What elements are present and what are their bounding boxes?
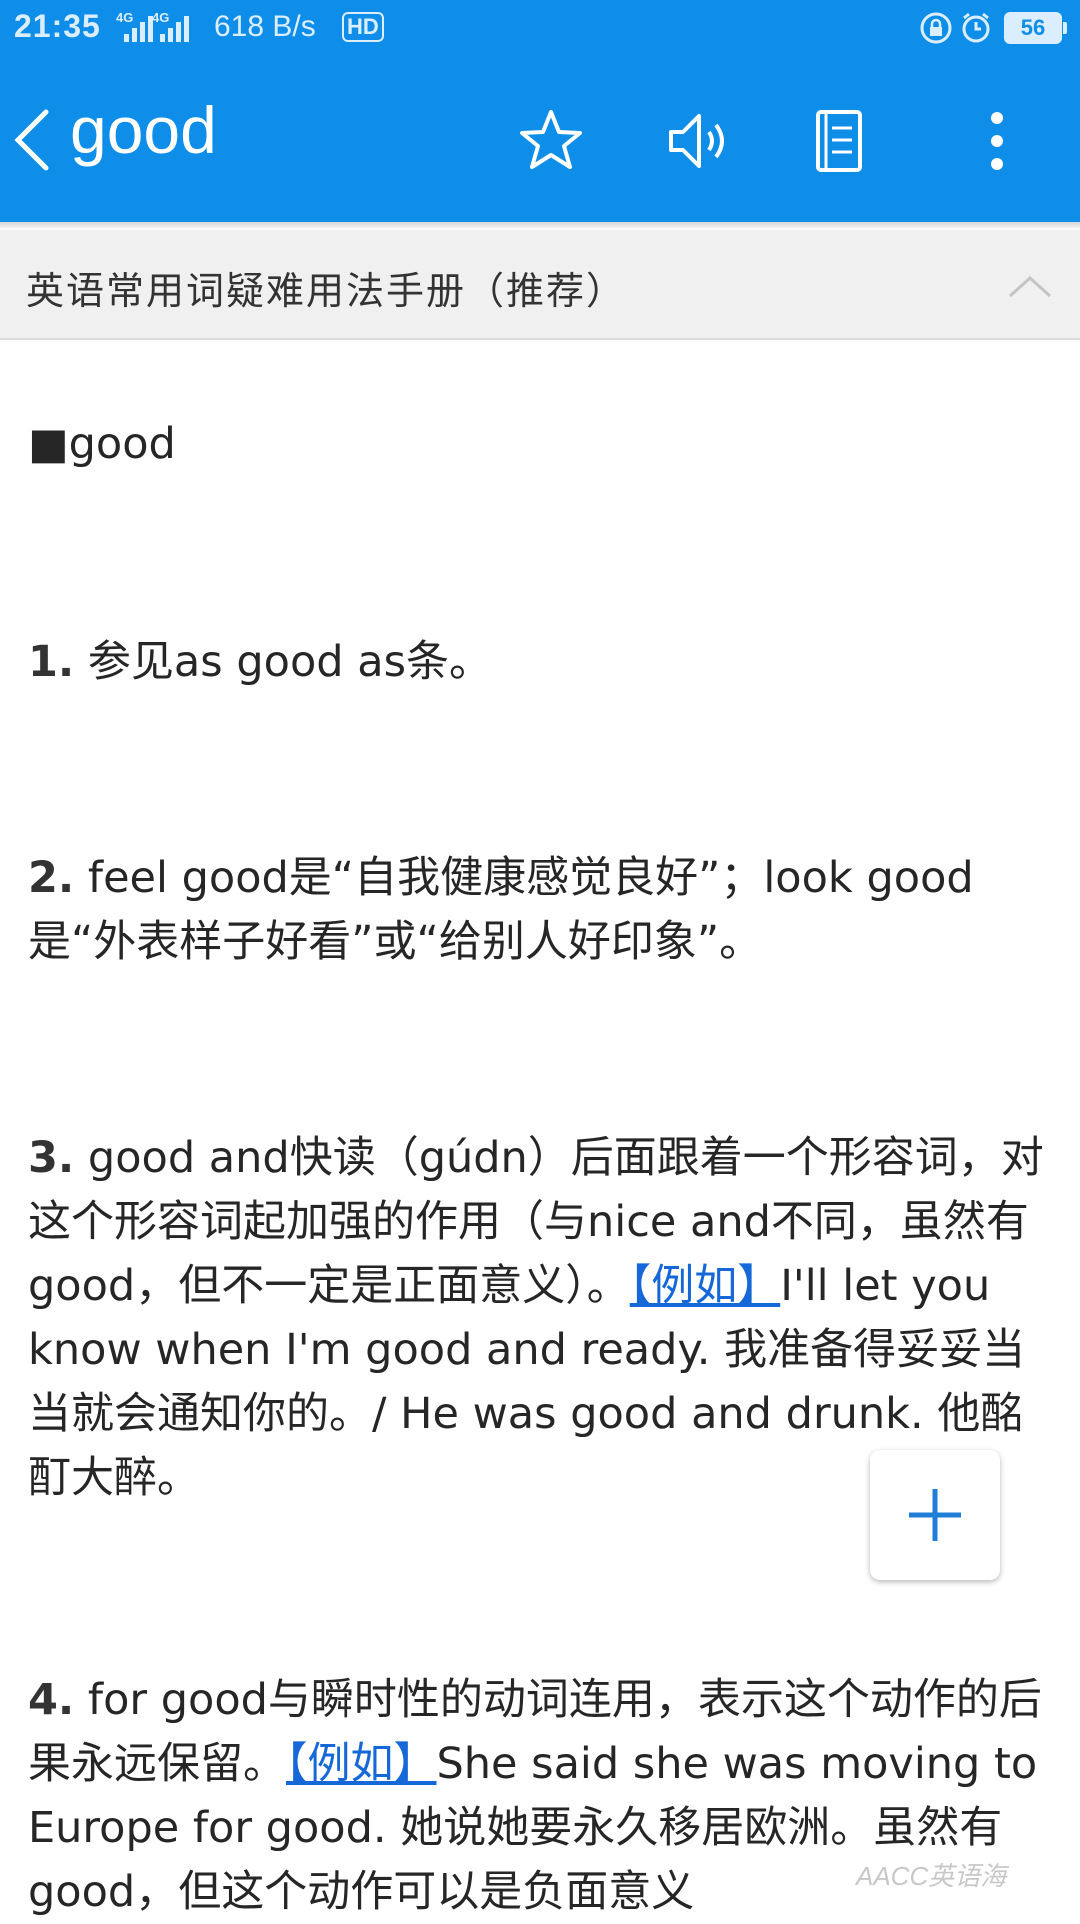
list-item: 1. 参见as good as条。 <box>28 630 1058 694</box>
battery-level: 56 <box>1004 12 1067 44</box>
status-time: 21:35 <box>14 8 101 44</box>
wordbook-button[interactable] <box>794 96 884 186</box>
alarm-icon <box>960 12 992 52</box>
item-text: 参见as good as条。 <box>74 637 492 687</box>
plus-icon <box>909 1489 961 1541</box>
item-number: 2. <box>28 853 75 903</box>
item-number: 4. <box>28 1675 75 1725</box>
signal-icon-2 <box>160 12 189 42</box>
watermark: AACC英语海 <box>856 1861 1007 1891</box>
notebook-icon <box>816 110 862 172</box>
pronounce-button[interactable] <box>651 96 741 186</box>
headword: ■good <box>28 419 176 469</box>
example-link[interactable]: 【例如】 <box>286 1739 437 1789</box>
hd-voice-badge: HD <box>342 12 384 42</box>
favorite-button[interactable] <box>506 96 596 186</box>
more-icon <box>991 112 1003 170</box>
star-icon <box>520 110 582 169</box>
appbar-shadow <box>0 222 1080 230</box>
more-options-button[interactable] <box>952 96 1042 186</box>
network-speed: 618 B/s <box>214 10 316 43</box>
add-button[interactable] <box>870 1450 1000 1580</box>
app-bar: good <box>0 56 1080 222</box>
item-number: 1. <box>28 637 75 687</box>
word-title: good <box>70 93 217 167</box>
status-bar: 21:35 4G 4G 618 B/s HD 56 <box>0 0 1080 56</box>
back-icon <box>14 109 49 171</box>
item-number: 3. <box>28 1133 75 1183</box>
section-title: 英语常用词疑难用法手册（推荐） <box>26 269 627 313</box>
dictionary-section-header[interactable]: 英语常用词疑难用法手册（推荐） <box>0 230 1080 340</box>
signal-icon-1 <box>124 12 153 42</box>
collapse-button[interactable] <box>1004 268 1056 308</box>
item-text: feel good是“自我健康感觉良好”；look good是“外表样子好看”或… <box>28 853 974 967</box>
lock-icon <box>920 12 952 52</box>
chevron-up-icon <box>1008 275 1052 298</box>
back-button[interactable] <box>6 100 62 180</box>
example-link[interactable]: 【例如】 <box>630 1261 781 1311</box>
list-item: 2. feel good是“自我健康感觉良好”；look good是“外表样子好… <box>28 846 1058 974</box>
speaker-icon <box>669 114 724 168</box>
